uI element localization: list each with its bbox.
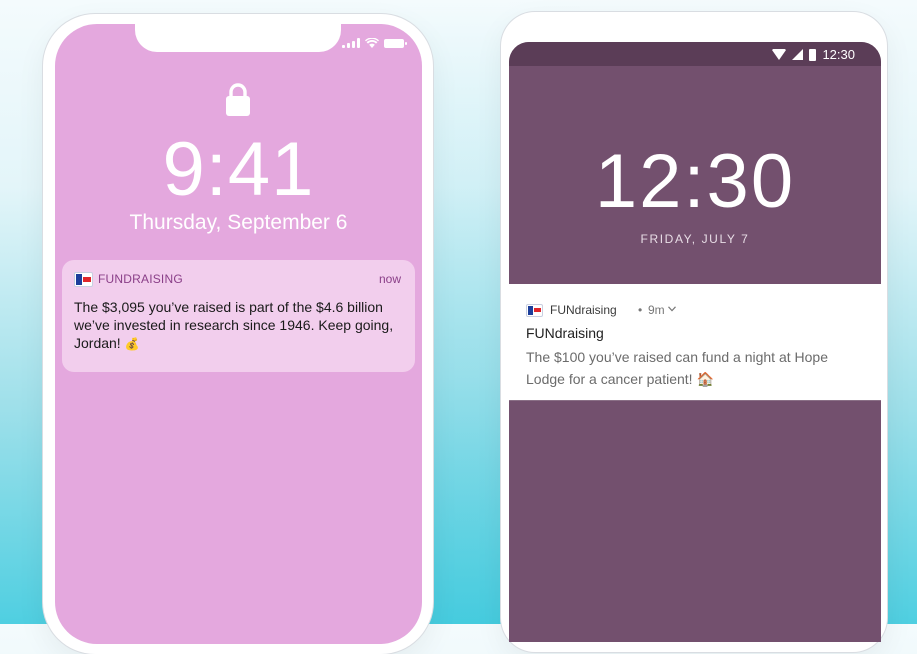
android-status-bar: 12:30	[509, 42, 881, 66]
notification-app-name: FUNDRAISING	[98, 272, 183, 286]
iphone-notch	[135, 24, 341, 52]
cell-signal-icon	[792, 49, 804, 60]
house-icon: 🏠	[696, 371, 714, 387]
notification-header: FUNdraising • 9m	[526, 303, 856, 317]
lock-screen-date: Thursday, September 6	[129, 211, 348, 234]
notification-body-text: The $100 you’ve raised can fund a night …	[526, 349, 828, 387]
app-icon	[526, 304, 543, 317]
status-time: 12:30	[822, 47, 855, 62]
notification-body-text: The $3,095 you’ve raised is part of the …	[74, 299, 394, 351]
android-lock-screen: 12:30 12:30 FRIDAY, JULY 7 FUNdraising •…	[509, 42, 881, 642]
lock-screen-date: FRIDAY, JULY 7	[640, 232, 750, 246]
wifi-icon	[365, 38, 379, 48]
android-notification-card[interactable]: FUNdraising • 9m FUNdraising The $100 yo…	[509, 284, 881, 400]
chevron-down-icon[interactable]	[668, 306, 676, 312]
lock-icon	[226, 83, 250, 116]
android-lock-screen-lower	[509, 400, 881, 642]
ios-status-bar	[342, 38, 407, 48]
notification-time: now	[378, 272, 401, 286]
ios-notification-card[interactable]: FUNDRAISING now The $3,095 you’ve raised…	[62, 260, 415, 372]
notification-time: 9m	[648, 303, 665, 317]
notification-header: FUNDRAISING now	[74, 272, 401, 288]
lock-screen-time: 12:30	[594, 139, 796, 224]
money-bag-icon: 💰	[124, 337, 140, 351]
android-status-icons: 12:30	[772, 47, 855, 62]
notification-body: The $100 you’ve raised can fund a night …	[526, 346, 856, 390]
separator-dot: •	[638, 303, 643, 317]
lock-screen-time: 9:41	[162, 127, 315, 212]
battery-icon	[384, 39, 407, 48]
signal-icon	[342, 38, 360, 48]
app-icon	[74, 272, 93, 287]
wifi-icon	[772, 49, 787, 60]
notification-app-name: FUNdraising	[550, 303, 617, 317]
notification-body: The $3,095 you’ve raised is part of the …	[74, 298, 400, 353]
battery-icon	[809, 48, 817, 61]
iphone-lock-screen: 9:41 Thursday, September 6 FUNDRAISING n…	[55, 24, 422, 644]
notification-title: FUNdraising	[526, 325, 604, 341]
